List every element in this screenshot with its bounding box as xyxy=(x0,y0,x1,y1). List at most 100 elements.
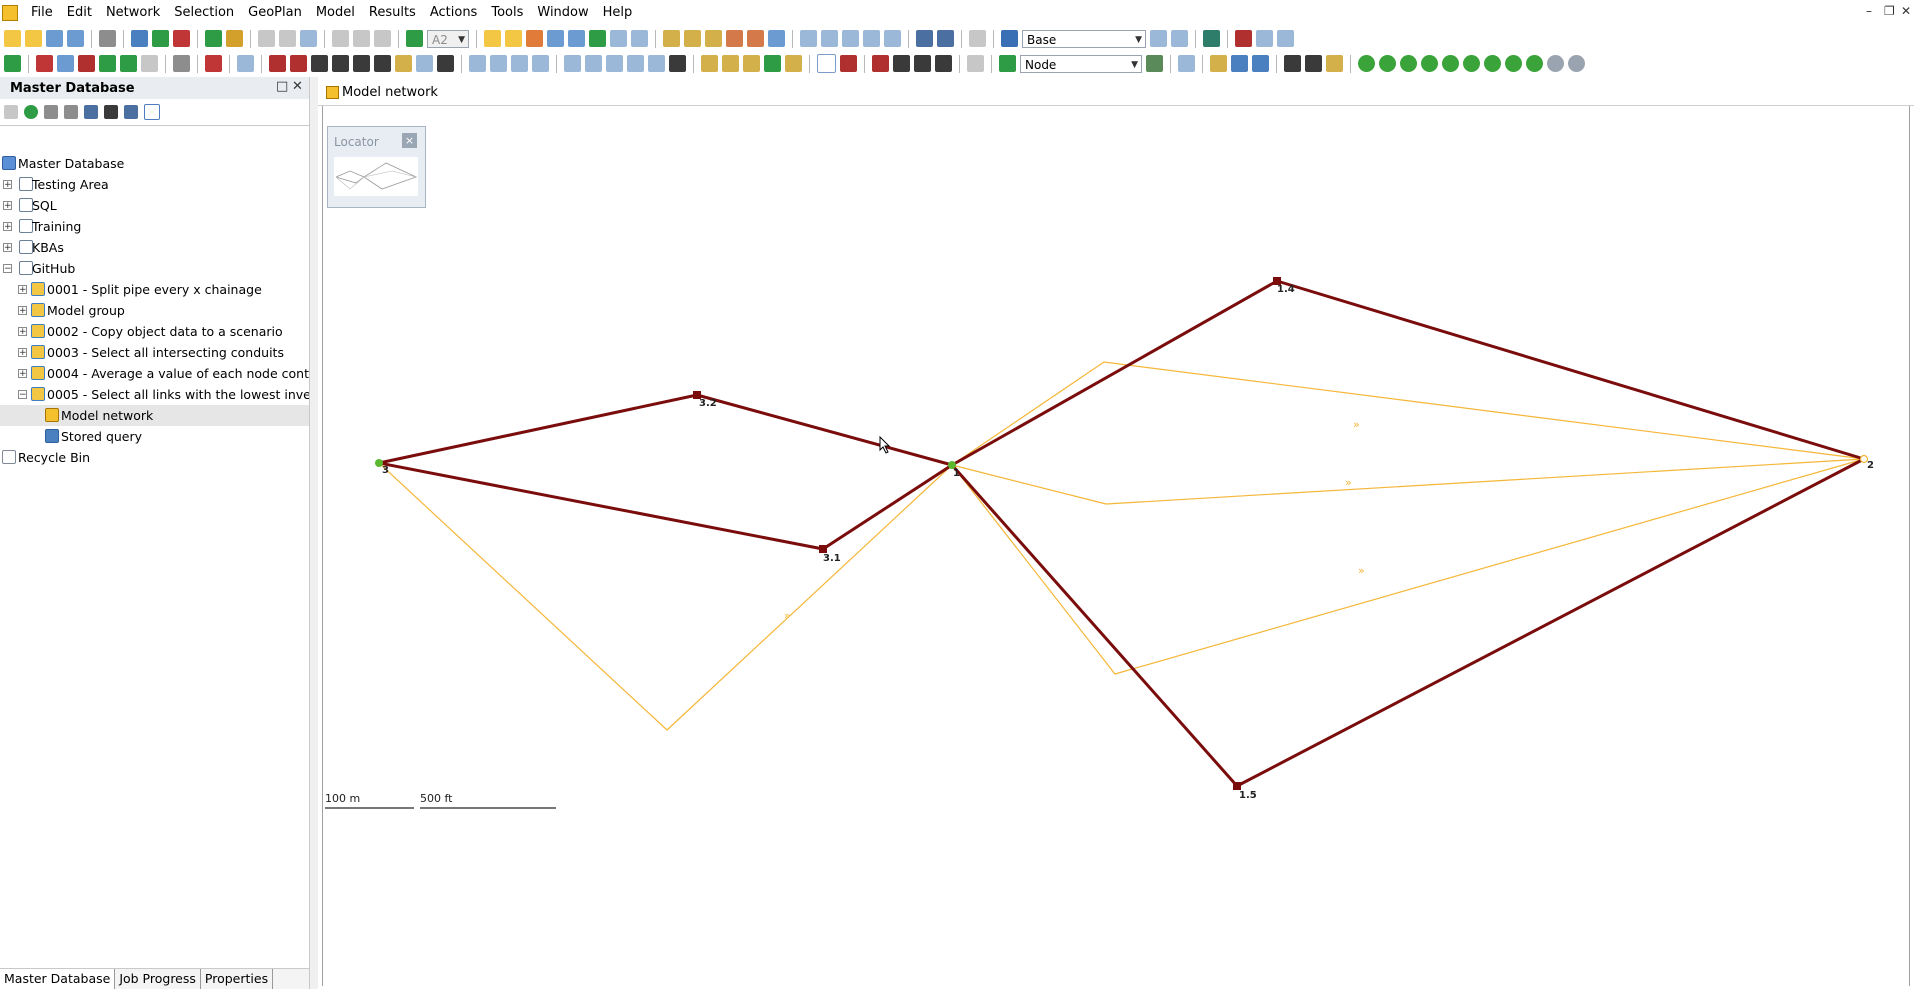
trace-path[interactable] xyxy=(951,458,1865,675)
tree-item[interactable]: + Training xyxy=(0,216,309,237)
expand-icon[interactable]: + xyxy=(18,348,27,358)
tree-item[interactable]: Master Database xyxy=(0,153,309,174)
locator-close-icon[interactable]: × xyxy=(402,133,417,148)
trace-path[interactable] xyxy=(951,361,1865,466)
network-node[interactable] xyxy=(819,545,827,553)
subcatchment-icon[interactable] xyxy=(311,55,328,72)
tree-item[interactable]: +0002 - Copy object data to a scenario xyxy=(0,321,309,342)
tab-master-database[interactable]: Master Database xyxy=(0,969,116,989)
panel-float-icon[interactable]: □ xyxy=(276,79,288,94)
sim-icon[interactable] xyxy=(969,30,986,47)
scenario-select[interactable]: Base ▼ xyxy=(1022,29,1146,48)
expand-icon[interactable]: + xyxy=(3,180,12,190)
export-icon[interactable] xyxy=(152,30,169,47)
gear-green-icon[interactable] xyxy=(1505,55,1522,72)
menu-tools[interactable]: Tools xyxy=(484,0,530,26)
report-icon[interactable] xyxy=(631,30,648,47)
network-node[interactable] xyxy=(1233,782,1241,790)
open-icon[interactable] xyxy=(25,30,42,47)
conduit-link[interactable] xyxy=(696,393,953,467)
locator-map[interactable] xyxy=(334,157,418,196)
menu-selection[interactable]: Selection xyxy=(167,0,241,26)
tree-item[interactable]: Stored query xyxy=(0,426,309,447)
tree-item[interactable]: +0003 - Select all intersecting conduits xyxy=(0,342,309,363)
expand-icon[interactable]: + xyxy=(18,369,27,379)
tab-model-network[interactable]: Model network xyxy=(326,81,442,103)
expand-icon[interactable]: + xyxy=(18,285,27,295)
menu-network[interactable]: Network xyxy=(99,0,167,26)
find-in-tree-icon[interactable] xyxy=(124,105,138,119)
layer-icon[interactable] xyxy=(800,30,817,47)
tab-properties[interactable]: Properties xyxy=(201,969,274,989)
table3-icon[interactable] xyxy=(705,30,722,47)
binoculars-icon[interactable] xyxy=(173,55,190,72)
conduit-link[interactable] xyxy=(950,464,1239,787)
theme-icon[interactable] xyxy=(701,55,718,72)
property-icon[interactable] xyxy=(547,30,564,47)
polygon-select-icon[interactable] xyxy=(872,55,889,72)
link-tool-icon[interactable] xyxy=(290,55,307,72)
gear-green-icon[interactable] xyxy=(1442,55,1459,72)
pan-select-icon[interactable] xyxy=(893,55,910,72)
link-to-view-icon[interactable] xyxy=(144,104,160,120)
flag-icon[interactable] xyxy=(1256,30,1273,47)
table4-icon[interactable] xyxy=(726,30,743,47)
menu-window[interactable]: Window xyxy=(530,0,595,26)
snap-icon[interactable] xyxy=(564,55,581,72)
run-icon[interactable] xyxy=(937,30,954,47)
menu-results[interactable]: Results xyxy=(362,0,423,26)
gear-green-icon[interactable] xyxy=(1463,55,1480,72)
object-tool-icon[interactable] xyxy=(1146,55,1163,72)
split-icon[interactable] xyxy=(532,55,549,72)
menu-file[interactable]: File xyxy=(24,0,60,26)
details-icon[interactable] xyxy=(64,105,78,119)
reverse-icon[interactable] xyxy=(648,55,665,72)
box-icon[interactable] xyxy=(353,55,370,72)
commit-icon[interactable] xyxy=(46,30,63,47)
gear-green-icon[interactable] xyxy=(1421,55,1438,72)
panel-close-icon[interactable]: ✕ xyxy=(292,79,303,94)
grid-view-icon[interactable] xyxy=(57,55,74,72)
clear-icon[interactable] xyxy=(1235,30,1252,47)
undo-icon[interactable] xyxy=(258,30,275,47)
network-map[interactable]: » » » » 3 3.2 3.1 1 1.4 1.5 2 xyxy=(323,106,1909,986)
scenario-add-icon[interactable] xyxy=(1150,30,1167,47)
text-icon[interactable] xyxy=(935,55,952,72)
gear-green-icon[interactable] xyxy=(1526,55,1543,72)
collapse-icon[interactable]: − xyxy=(3,264,12,274)
restore-icon[interactable]: ❐ xyxy=(1884,4,1895,18)
menu-geoplan[interactable]: GeoPlan xyxy=(241,0,309,26)
ruler-icon[interactable] xyxy=(967,55,984,72)
delete-icon[interactable] xyxy=(205,55,222,72)
update-icon[interactable] xyxy=(67,30,84,47)
tree-item[interactable]: + SQL xyxy=(0,195,309,216)
conduit-link[interactable] xyxy=(1276,279,1865,461)
route-icon[interactable] xyxy=(914,55,931,72)
3d-icon[interactable] xyxy=(589,30,606,47)
window-icon[interactable] xyxy=(610,30,627,47)
conduit-link[interactable] xyxy=(822,463,953,551)
zoom-in-icon[interactable] xyxy=(1231,55,1248,72)
select-icon[interactable] xyxy=(237,55,254,72)
new-icon[interactable] xyxy=(4,30,21,47)
copy-icon[interactable] xyxy=(353,30,370,47)
measure-icon[interactable] xyxy=(490,55,507,72)
pump-icon[interactable] xyxy=(416,55,433,72)
paste-icon[interactable] xyxy=(374,30,391,47)
profile-icon[interactable] xyxy=(526,30,543,47)
import-icon[interactable] xyxy=(173,30,190,47)
gear-green-icon[interactable] xyxy=(1379,55,1396,72)
layer2-icon[interactable] xyxy=(821,30,838,47)
gear-green-icon[interactable] xyxy=(1484,55,1501,72)
menu-edit[interactable]: Edit xyxy=(60,0,99,26)
conduit-link[interactable] xyxy=(1236,457,1865,788)
binoculars-icon[interactable] xyxy=(104,105,118,119)
gear-green-icon[interactable] xyxy=(1358,55,1375,72)
orifice-icon[interactable] xyxy=(437,55,454,72)
globe-icon[interactable] xyxy=(469,55,486,72)
close-icon[interactable]: ✕ xyxy=(1901,4,1911,18)
conduit-link[interactable] xyxy=(378,461,824,551)
trace-clear-icon[interactable] xyxy=(141,55,158,72)
weir-icon[interactable] xyxy=(395,55,412,72)
tree-item[interactable]: Recycle Bin xyxy=(0,447,309,468)
